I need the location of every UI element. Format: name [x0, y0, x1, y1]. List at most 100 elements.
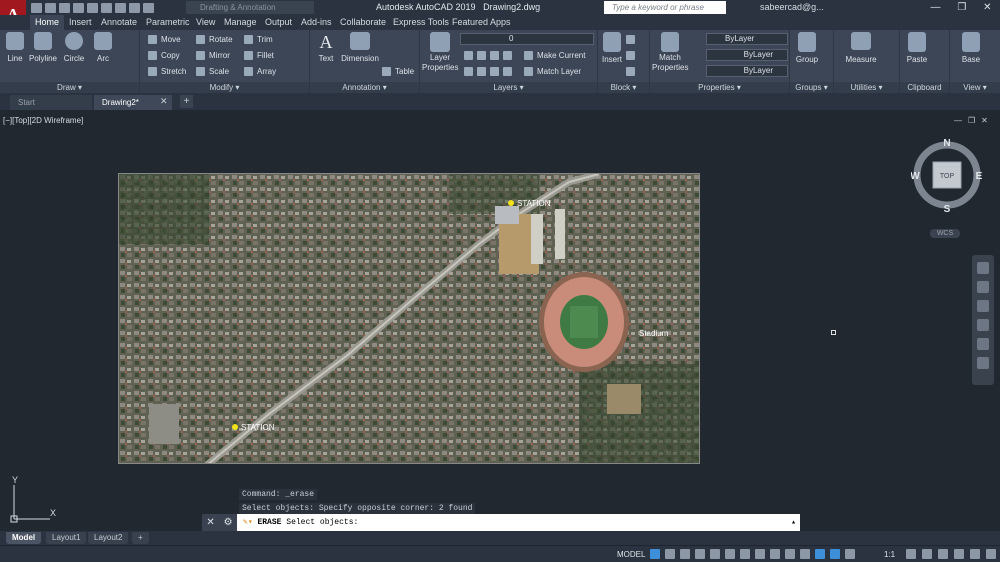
minimize-button[interactable]: —	[930, 2, 940, 13]
annotation-monitor-icon[interactable]	[922, 549, 932, 559]
dynamic-input-icon[interactable]	[695, 549, 705, 559]
tab-layout2[interactable]: Layout2	[88, 532, 129, 544]
match-layer-button[interactable]: Match Layer	[524, 65, 581, 78]
maximize-button[interactable]: ❐	[957, 2, 966, 13]
scale-button[interactable]: Scale	[196, 65, 229, 78]
plot-icon[interactable]	[101, 3, 112, 13]
trim-button[interactable]: Trim	[244, 33, 273, 46]
group-button[interactable]: Group	[792, 32, 822, 65]
paste-button[interactable]: Paste	[904, 32, 930, 65]
viewport-minimize-icon[interactable]: —	[954, 116, 962, 125]
layer-isolate-icon[interactable]	[477, 51, 486, 61]
stretch-button[interactable]: Stretch	[148, 65, 186, 78]
copy-button[interactable]: Copy	[148, 49, 180, 62]
units-icon[interactable]	[938, 549, 948, 559]
new-tab-button[interactable]: +	[180, 95, 193, 108]
add-layout-button[interactable]: +	[132, 532, 149, 544]
layer-unisolate-icon[interactable]	[477, 67, 486, 77]
close-button[interactable]: ✕	[983, 2, 991, 13]
table-button[interactable]: Table	[382, 65, 414, 78]
close-tab-icon[interactable]: ✕	[160, 96, 168, 107]
object-snap-tracking-icon[interactable]	[755, 549, 765, 559]
annotation-panel-title[interactable]: Annotation ▾	[310, 82, 419, 93]
move-button[interactable]: Move	[148, 33, 181, 46]
navbar-options-icon[interactable]	[977, 357, 989, 369]
modify-panel-title[interactable]: Modify ▾	[140, 82, 309, 93]
annotation-visibility-icon[interactable]	[830, 549, 840, 559]
new-icon[interactable]	[31, 3, 42, 13]
tab-parametric[interactable]: Parametric	[146, 15, 190, 30]
command-history-toggle-icon[interactable]: ▴	[791, 514, 800, 531]
transparency-icon[interactable]	[800, 549, 810, 559]
save-as-icon[interactable]	[73, 3, 84, 13]
mirror-button[interactable]: Mirror	[196, 49, 230, 62]
satellite-image[interactable]: STATION STATION Stadium	[118, 173, 700, 464]
tab-home[interactable]: Home	[30, 15, 65, 30]
lineweight-dropdown[interactable]: ByLayer	[706, 65, 788, 77]
clean-screen-icon[interactable]	[970, 549, 980, 559]
grid-icon[interactable]	[650, 549, 660, 559]
share-icon[interactable]	[87, 3, 98, 13]
steering-wheel-icon[interactable]	[977, 262, 989, 274]
layer-properties-button[interactable]: Layer Properties	[422, 32, 458, 73]
viewport-controls-label[interactable]: [−][Top][2D Wireframe]	[3, 116, 83, 125]
save-icon[interactable]	[59, 3, 70, 13]
viewport-close-icon[interactable]: ✕	[981, 116, 988, 125]
tab-view[interactable]: View	[196, 15, 215, 30]
compass-west[interactable]: W	[911, 171, 920, 182]
workspace-switching-icon[interactable]	[906, 549, 916, 559]
user-account[interactable]: sabeercad@g...	[760, 0, 824, 15]
block-panel-title[interactable]: Block ▾	[598, 82, 649, 93]
layer-thaw-icon[interactable]	[490, 67, 499, 77]
lineweight-icon[interactable]	[785, 549, 795, 559]
snap-icon[interactable]	[665, 549, 675, 559]
tab-manage[interactable]: Manage	[224, 15, 257, 30]
view-panel-title[interactable]: View ▾	[950, 82, 1000, 93]
color-dropdown[interactable]: ByLayer	[706, 33, 788, 45]
tab-start[interactable]: Start	[10, 95, 92, 110]
orbit-icon[interactable]	[977, 319, 989, 331]
auto-scale-icon[interactable]	[845, 549, 855, 559]
model-space-button[interactable]: MODEL	[617, 548, 645, 561]
circle-button[interactable]: Circle	[62, 32, 86, 64]
base-button[interactable]: Base	[958, 32, 984, 65]
layer-lock-icon[interactable]	[503, 51, 512, 61]
groups-panel-title[interactable]: Groups ▾	[790, 82, 833, 93]
tab-add-ins[interactable]: Add-ins	[301, 15, 332, 30]
customization-menu-icon[interactable]	[986, 549, 996, 559]
quick-properties-icon[interactable]	[954, 549, 964, 559]
create-block-button[interactable]	[626, 33, 639, 46]
tab-layout1[interactable]: Layout1	[46, 532, 87, 544]
tab-express-tools[interactable]: Express Tools	[393, 15, 449, 30]
isometric-icon[interactable]	[740, 549, 750, 559]
edit-block-button[interactable]	[626, 49, 639, 62]
polyline-button[interactable]: Polyline	[28, 32, 58, 64]
print-icon[interactable]	[115, 3, 126, 13]
annotation-scale[interactable]: 1:1	[884, 548, 895, 561]
command-input[interactable]: ✎▾ ERASE Select objects: ▴	[237, 514, 800, 531]
arc-button[interactable]: Arc	[92, 32, 114, 64]
line-button[interactable]: Line	[4, 32, 26, 64]
rotate-button[interactable]: Rotate	[196, 33, 233, 46]
close-command-icon[interactable]: ✕	[206, 517, 214, 528]
fillet-button[interactable]: Fillet	[244, 49, 274, 62]
linetype-dropdown[interactable]: ByLayer	[706, 49, 788, 61]
open-icon[interactable]	[45, 3, 56, 13]
wcs-menu[interactable]: WCS	[930, 229, 960, 238]
search-input[interactable]: Type a keyword or phrase	[604, 1, 726, 14]
infer-constraints-icon[interactable]	[680, 549, 690, 559]
ortho-icon[interactable]	[710, 549, 720, 559]
utilities-panel-title[interactable]: Utilities ▾	[834, 82, 899, 93]
layer-off-icon[interactable]	[464, 51, 473, 61]
layers-panel-title[interactable]: Layers ▾	[420, 82, 597, 93]
insert-button[interactable]: Insert	[600, 32, 624, 65]
tab-insert[interactable]: Insert	[69, 15, 92, 30]
pan-icon[interactable]	[977, 281, 989, 293]
compass-east[interactable]: E	[976, 171, 983, 182]
draw-panel-title[interactable]: Draw ▾	[0, 82, 139, 93]
properties-panel-title[interactable]: Properties ▾	[650, 82, 789, 93]
polar-tracking-icon[interactable]	[725, 549, 735, 559]
layer-unlock-icon[interactable]	[503, 67, 512, 77]
measure-button[interactable]: Measure	[844, 32, 878, 65]
layer-freeze-icon[interactable]	[490, 51, 499, 61]
